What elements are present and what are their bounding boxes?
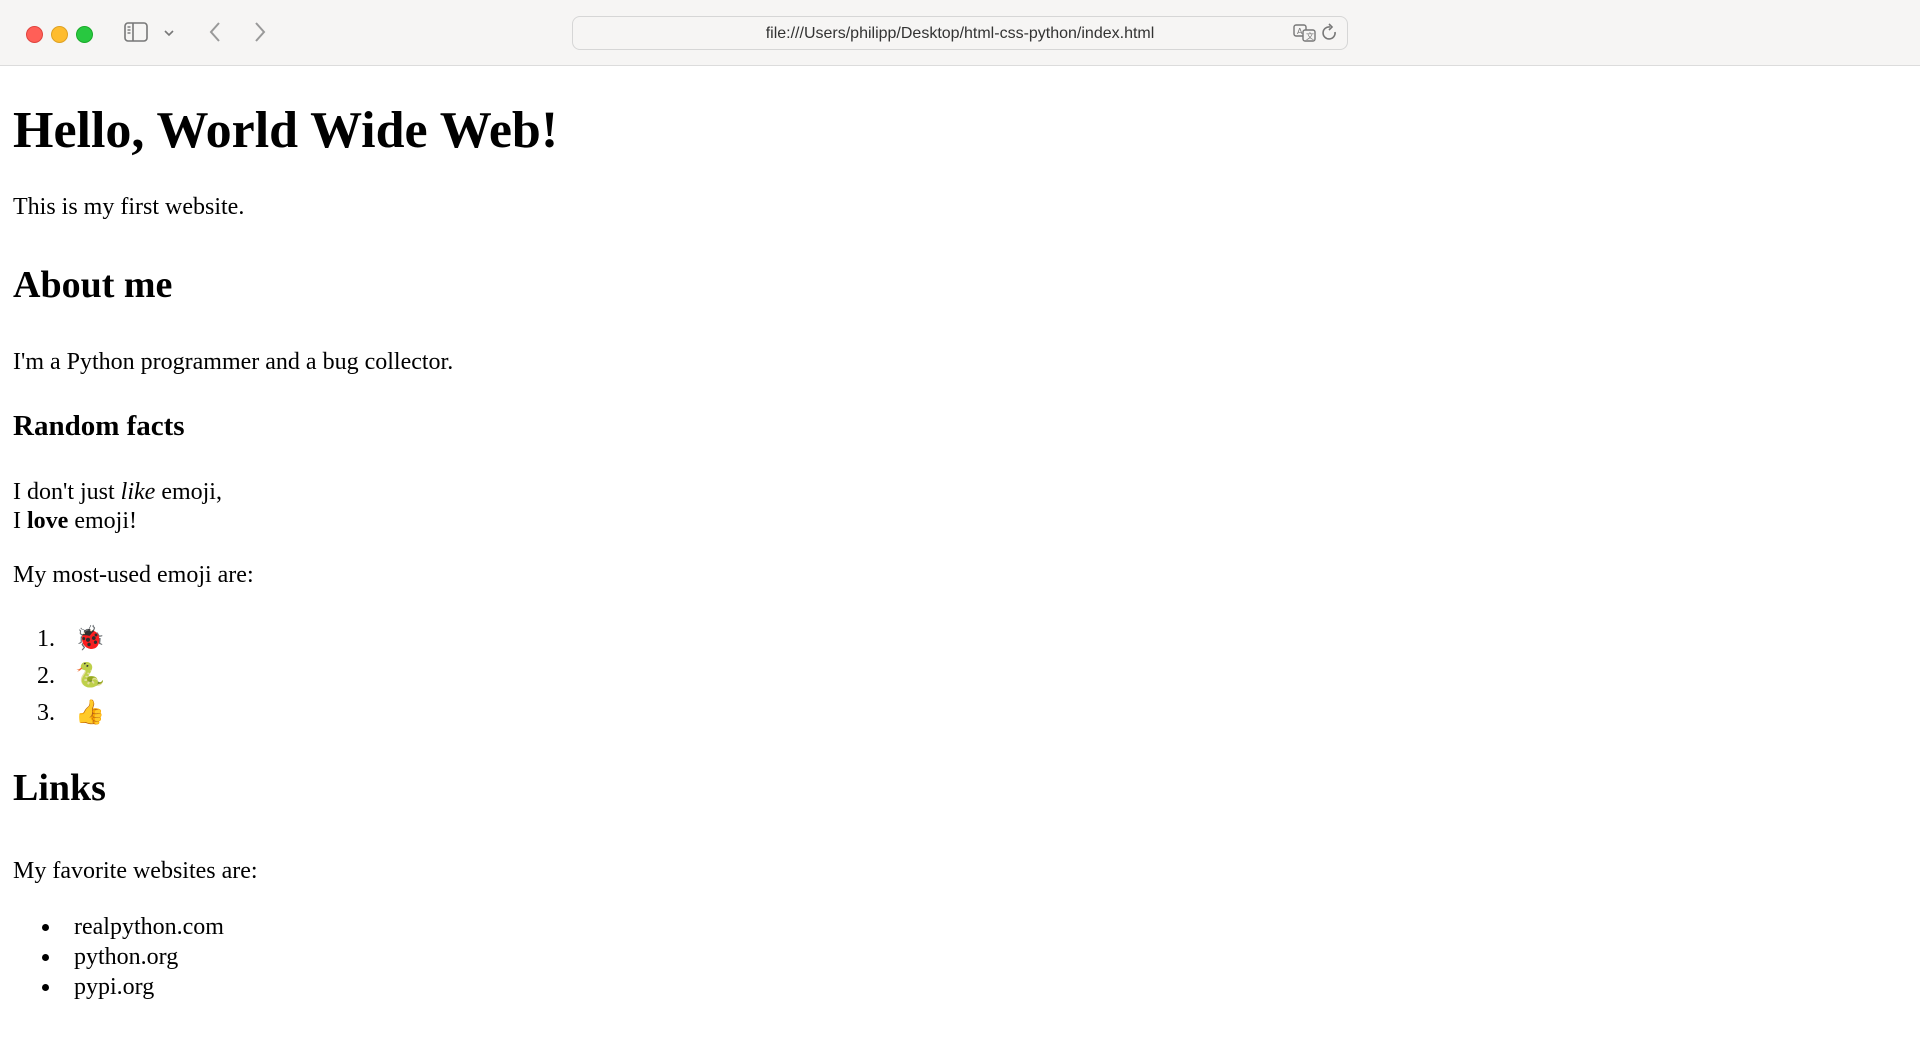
facts-emphasis: like — [120, 478, 156, 505]
maximize-window-button[interactable] — [76, 26, 93, 43]
random-facts-heading: Random facts — [13, 410, 185, 443]
list-item: 👍 — [61, 694, 1903, 731]
reload-icon[interactable] — [1321, 23, 1339, 48]
translate-icon[interactable]: A 文 — [1293, 23, 1317, 48]
links-heading: Links — [13, 767, 106, 810]
list-item: 🐞 — [61, 620, 1903, 657]
minimize-window-button[interactable] — [51, 26, 68, 43]
thumbs-up-emoji: 👍 — [75, 698, 105, 727]
list-item: pypi.org — [62, 972, 1903, 1002]
facts-strong: love — [27, 507, 69, 534]
links-list: realpython.com python.org pypi.org — [13, 912, 1903, 1002]
ladybug-emoji: 🐞 — [75, 624, 105, 653]
back-button[interactable] — [205, 18, 225, 50]
links-lead-paragraph: My favorite websites are: — [13, 857, 258, 884]
url-text[interactable]: file:///Users/philipp/Desktop/html-css-p… — [573, 25, 1347, 43]
list-item: realpython.com — [62, 912, 1903, 942]
list-item: 🐍 — [61, 657, 1903, 694]
emoji-list: 🐞 🐍 👍 — [13, 620, 1903, 731]
address-bar[interactable]: file:///Users/philipp/Desktop/html-css-p… — [572, 16, 1348, 50]
facts-text: emoji, — [155, 478, 222, 505]
facts-text: I — [13, 507, 27, 534]
facts-paragraph: I don't just like emoji, I love emoji! — [13, 478, 1903, 536]
about-heading: About me — [13, 263, 173, 306]
chevron-right-icon — [255, 22, 266, 42]
page-title: Hello, World Wide Web! — [13, 102, 559, 159]
about-paragraph: I'm a Python programmer and a bug collec… — [13, 348, 454, 375]
chevron-down-icon[interactable] — [163, 24, 175, 43]
svg-text:文: 文 — [1306, 31, 1314, 41]
snake-emoji: 🐍 — [75, 661, 105, 690]
list-item: python.org — [62, 942, 1903, 972]
close-window-button[interactable] — [26, 26, 43, 43]
browser-toolbar: file:///Users/philipp/Desktop/html-css-p… — [0, 0, 1920, 66]
facts-text: I don't just — [13, 478, 121, 505]
sidebar-icon[interactable] — [124, 22, 148, 42]
page-content: Hello, World Wide Web! This is my first … — [13, 66, 1903, 1002]
intro-paragraph: This is my first website. — [13, 194, 245, 221]
chevron-left-icon — [209, 22, 220, 42]
emoji-lead-paragraph: My most-used emoji are: — [13, 562, 254, 589]
facts-text: emoji! — [68, 507, 137, 534]
svg-text:A: A — [1297, 27, 1303, 36]
forward-button[interactable] — [250, 18, 270, 50]
